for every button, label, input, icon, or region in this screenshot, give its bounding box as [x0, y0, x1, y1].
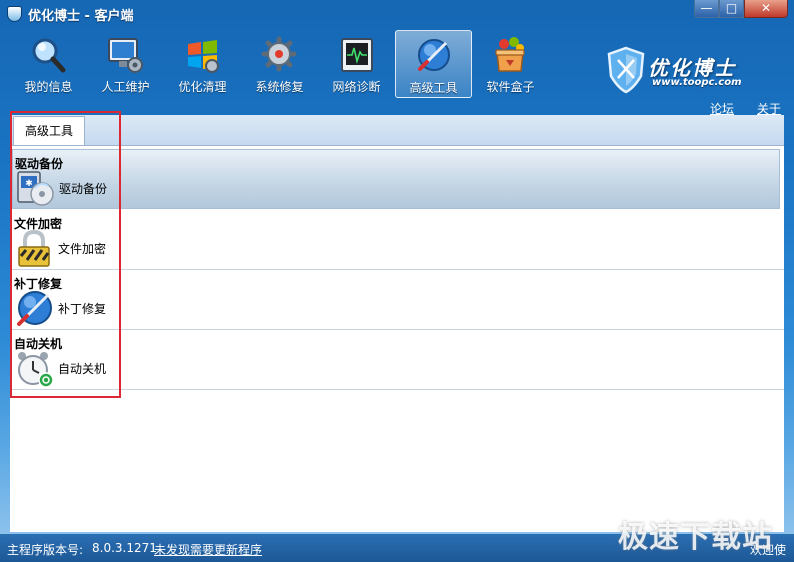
compass-tool-icon [418, 39, 450, 71]
brand-logo: 优化博士 www.toopc.com [606, 46, 786, 96]
toolbar-system-repair[interactable]: 系统修复 [241, 30, 318, 98]
app-shield-icon [7, 6, 22, 22]
monitor-gear-icon [108, 38, 143, 73]
toolbar-network-diagnose[interactable]: 网络诊断 [318, 30, 395, 98]
padlock-icon[interactable] [16, 230, 56, 268]
windows-logo-icon [188, 40, 219, 73]
version-number: 8.0.3.1271 [92, 541, 157, 555]
toolbar-label: 高级工具 [409, 81, 458, 95]
item-label[interactable]: 文件加密 [58, 240, 106, 257]
magnifier-icon [32, 38, 66, 73]
title-bar[interactable]: 优化博士 - 客户端 — □ ✕ [0, 0, 794, 28]
item-label[interactable]: 自动关机 [58, 360, 106, 377]
item-label[interactable]: 补丁修复 [58, 300, 106, 317]
tab-strip: 高级工具 [10, 115, 784, 146]
driver-disc-icon[interactable]: ✱ [17, 170, 57, 208]
alarm-clock-icon[interactable] [16, 350, 56, 388]
section-auto-shutdown[interactable]: 自动关机 自动关机 [10, 330, 784, 390]
tab-advanced-tools[interactable]: 高级工具 [13, 116, 85, 146]
tool-list: 驱动备份 ✱ 驱动备份 文件加密 文件加密 补丁修复 补丁修复 自动关机 自动关… [10, 145, 784, 532]
maximize-button[interactable]: □ [719, 0, 744, 18]
window-title: 优化博士 - 客户端 [28, 9, 134, 24]
patch-compass-icon[interactable] [16, 290, 56, 328]
version-label: 主程序版本号: [7, 543, 84, 557]
item-label[interactable]: 驱动备份 [59, 180, 107, 197]
network-monitor-icon [341, 38, 373, 72]
toolbar-optimize-clean[interactable]: 优化清理 [164, 30, 241, 98]
toolbar-manual-maintain[interactable]: 人工维护 [87, 30, 164, 98]
software-box-icon [495, 37, 525, 72]
minimize-button[interactable]: — [694, 0, 719, 18]
svg-text:✱: ✱ [25, 179, 33, 189]
toolbar-my-info[interactable]: 我的信息 [10, 30, 87, 98]
watermark: 极速下载站 [618, 520, 773, 555]
toolbar-label: 我的信息 [24, 80, 73, 94]
section-file-encrypt[interactable]: 文件加密 文件加密 [10, 210, 784, 270]
toolbar-label: 优化清理 [178, 80, 227, 94]
main-toolbar: 我的信息 人工维护 优化清理 系统修复 网络诊断 高级工具 软件盒子 [10, 30, 549, 98]
toolbar-label: 网络诊断 [332, 80, 381, 94]
section-patch-repair[interactable]: 补丁修复 补丁修复 [10, 270, 784, 330]
toolbar-label: 人工维护 [101, 80, 150, 94]
toolbar-software-box[interactable]: 软件盒子 [472, 30, 549, 98]
close-button[interactable]: ✕ [744, 0, 788, 18]
section-driver-backup[interactable]: 驱动备份 ✱ 驱动备份 [12, 149, 780, 209]
toolbar-label: 系统修复 [255, 80, 304, 94]
brand-shield-icon [607, 46, 645, 94]
gear-icon [261, 36, 297, 72]
app-window: 优化博士 - 客户端 — □ ✕ 我的信息 人工维护 优化清理 系统修复 网络诊… [0, 0, 794, 562]
toolbar-label: 软件盒子 [486, 80, 535, 94]
window-controls: — □ ✕ [694, 0, 788, 19]
toolbar-advanced-tools[interactable]: 高级工具 [395, 30, 472, 98]
update-link[interactable]: 未发现需要更新程序 [154, 541, 262, 558]
brand-url: www.toopc.com [652, 77, 742, 88]
